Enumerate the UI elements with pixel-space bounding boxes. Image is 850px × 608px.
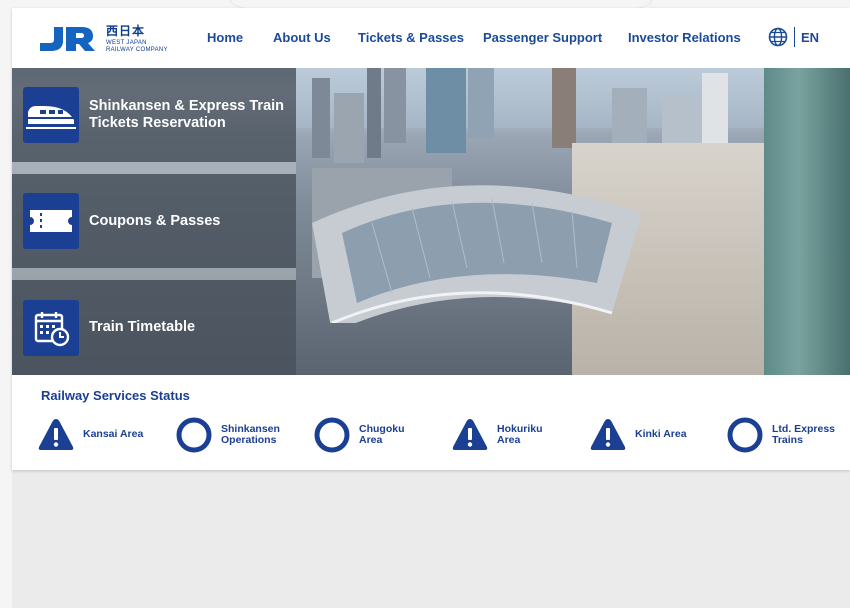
status-label-line1: Kansai Area: [83, 428, 144, 441]
menu-label-line1: Coupons & Passes: [89, 212, 221, 229]
railway-status-section: Railway Services Status Kansai Area Shin…: [12, 375, 850, 470]
language-label: EN: [801, 29, 820, 45]
globe-icon: [768, 27, 788, 47]
menu-train-timetable[interactable]: Train Timetable: [12, 280, 296, 375]
timetable-calendar-icon: [23, 299, 79, 356]
warning-triangle-icon: [590, 419, 626, 450]
menu-label-line1: Train Timetable: [89, 319, 196, 336]
status-kansai-area[interactable]: Kansai Area: [37, 415, 159, 455]
hero-menu: Shinkansen & Express Train Tickets Reser…: [12, 68, 296, 375]
nav-about-us[interactable]: About Us: [273, 30, 331, 45]
menu-shinkansen-reservation[interactable]: Shinkansen & Express Train Tickets Reser…: [12, 68, 296, 162]
jr-logo-mark: [40, 27, 95, 51]
warning-triangle-icon: [452, 419, 488, 450]
status-label-line2: Operations: [221, 434, 277, 446]
main-card: 西日本 WEST JAPAN RAILWAY COMPANY Home Abou…: [12, 8, 850, 470]
status-hokuriku-area[interactable]: Hokuriku Area: [451, 415, 573, 455]
glass-tower: [764, 68, 850, 375]
station-roof: [312, 185, 642, 323]
normal-circle-icon: [314, 417, 350, 453]
jr-west-logo[interactable]: 西日本 WEST JAPAN RAILWAY COMPANY: [38, 22, 198, 56]
menu-divider: [12, 162, 296, 174]
menu-label-line2: Tickets Reservation: [89, 115, 226, 131]
status-ltd-express-trains[interactable]: Ltd. Express Trains: [726, 415, 842, 455]
normal-circle-icon: [727, 417, 763, 453]
logo-kanji: 西日本: [106, 23, 146, 38]
status-title: Railway Services Status: [41, 388, 190, 403]
normal-circle-icon: [176, 417, 212, 453]
ticket-icon: [23, 193, 79, 249]
nav-passenger-support[interactable]: Passenger Support: [483, 30, 602, 45]
menu-divider: [12, 268, 296, 280]
menu-coupons-passes[interactable]: Coupons & Passes: [12, 174, 296, 268]
status-label-line1: Kinki Area: [635, 428, 687, 441]
nav-tickets-passes[interactable]: Tickets & Passes: [358, 30, 464, 45]
language-divider: [794, 27, 795, 47]
status-label-line2: Trains: [772, 434, 803, 446]
menu-label-line1: Shinkansen & Express Train: [89, 98, 285, 115]
site-header: 西日本 WEST JAPAN RAILWAY COMPANY Home Abou…: [12, 8, 850, 68]
nav-investor-relations[interactable]: Investor Relations: [628, 30, 741, 45]
nav-home[interactable]: Home: [207, 30, 243, 45]
language-switcher[interactable]: EN: [768, 27, 819, 47]
warning-triangle-icon: [38, 419, 74, 450]
logo-subtitle-line2: RAILWAY COMPANY: [106, 46, 168, 53]
content-panel: [12, 470, 850, 608]
shinkansen-train-icon: [23, 87, 79, 143]
hero-banner: Shinkansen & Express Train Tickets Reser…: [12, 68, 850, 375]
status-label-line2: Area: [359, 434, 383, 446]
status-shinkansen-operations[interactable]: Shinkansen Operations: [175, 415, 297, 455]
status-chugoku-area[interactable]: Chugoku Area: [313, 415, 435, 455]
status-label-line2: Area: [497, 434, 521, 446]
logo-subtitle-line1: WEST JAPAN: [106, 39, 147, 46]
status-kinki-area[interactable]: Kinki Area: [589, 415, 711, 455]
